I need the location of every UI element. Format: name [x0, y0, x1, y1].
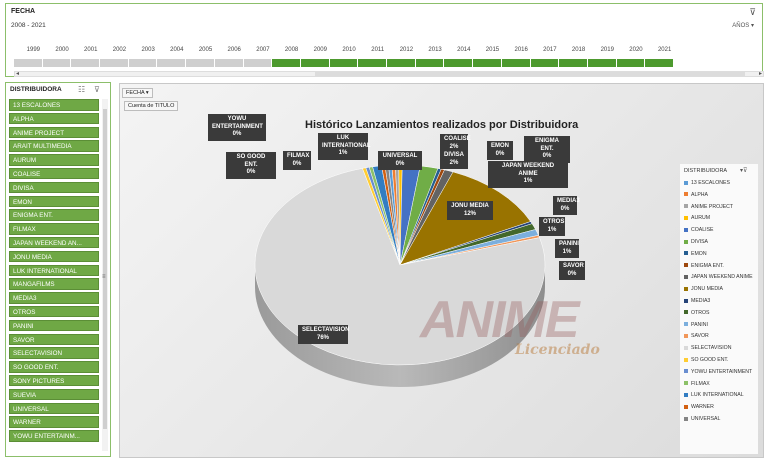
chart-legend: DISTRIBUIDORA ▾⊽ 13 ESCALONES ALPHA ANIME … — [680, 164, 758, 454]
legend-swatch — [684, 369, 688, 374]
legend-label: JONU MEDIA — [691, 286, 723, 293]
legend-item: JONU MEDIA — [684, 286, 723, 292]
legend-item: SELECTAVISION — [684, 345, 731, 351]
legend-label: ENIGMA ENT. — [691, 262, 724, 269]
data-label: LUK INTERNATIONAL 1% — [318, 133, 371, 160]
legend-item: LUK INTERNATIONAL — [684, 392, 744, 398]
legend-swatch — [684, 416, 688, 421]
legend-swatch — [684, 393, 688, 398]
legend-item: EMON — [684, 251, 707, 257]
legend-title: DISTRIBUIDORA — [684, 168, 728, 174]
legend-item: ANIME PROJECT — [684, 204, 733, 210]
legend-swatch — [684, 204, 688, 209]
data-label: DIVISA 2% — [440, 150, 468, 169]
legend-item: ENIGMA ENT. — [684, 263, 724, 269]
legend-swatch — [684, 227, 688, 232]
legend-swatch — [684, 322, 688, 327]
data-label: SAVOR 0% — [559, 261, 585, 280]
legend-label: SO GOOD ENT. — [691, 357, 729, 363]
legend-label: DIVISA — [691, 239, 709, 245]
legend-item: WARNER — [684, 404, 714, 410]
licenciado-watermark: Licenciado — [515, 342, 600, 358]
legend-item: ALPHA — [684, 192, 708, 198]
data-label: EMON 0% — [487, 141, 513, 160]
data-label: OTROS 1% — [539, 217, 565, 236]
legend-label: COALISE — [691, 227, 714, 234]
legend-label: UNIVERSAL — [691, 416, 721, 422]
pie-chart-svg — [254, 164, 546, 387]
legend-label: SELECTAVISION — [691, 345, 732, 352]
data-label: YOWU ENTERTAINMENT 0% — [208, 114, 266, 141]
legend-swatch — [684, 263, 688, 268]
legend-label: SAVOR — [691, 333, 709, 340]
legend-item: MEDIA3 — [684, 298, 710, 304]
data-label: SELECTAVISION 76% — [298, 325, 349, 344]
legend-swatch — [684, 334, 688, 339]
legend-label: AURUM — [691, 215, 711, 222]
legend-swatch — [684, 357, 688, 362]
legend-label: 13 ESCALONES — [691, 180, 730, 186]
legend-item: YOWU ENTERTAINMENT — [684, 369, 752, 375]
data-label: UNIVERSAL 0% — [378, 151, 422, 170]
legend-item: SO GOOD ENT. — [684, 357, 728, 363]
legend-label: LUK INTERNATIONAL — [691, 392, 744, 399]
legend-swatch — [684, 381, 688, 386]
legend-label: OTROS — [691, 309, 710, 316]
legend-label: YOWU ENTERTAINMENT — [691, 368, 753, 375]
legend-swatch — [684, 192, 688, 197]
legend-label: FILMAX — [691, 380, 710, 387]
legend-item: PANINI — [684, 322, 708, 328]
legend-filter-button[interactable]: ▾⊽ — [740, 167, 747, 174]
data-label: SO GOOD ENT. 0% — [226, 152, 276, 179]
legend-item: FILMAX — [684, 381, 710, 387]
legend-label: ALPHA — [691, 191, 709, 198]
data-label: ENIGMA ENT. 0% — [524, 136, 570, 163]
legend-item: 13 ESCALONES — [684, 180, 730, 186]
legend-label: PANINI — [691, 321, 708, 328]
legend-swatch — [684, 286, 688, 291]
legend-label: MEDIA3 — [691, 298, 711, 304]
legend-label: ANIME PROJECT — [691, 203, 734, 210]
legend-label: EMON — [691, 250, 707, 257]
data-label: JAPAN WEEKEND ANIME 1% — [488, 161, 568, 188]
legend-swatch — [684, 275, 688, 280]
legend-item: SAVOR — [684, 333, 709, 339]
legend-swatch — [684, 298, 688, 303]
legend-swatch — [684, 216, 688, 221]
data-label: FILMAX 0% — [283, 151, 311, 170]
data-label: MEDIA3 0% — [553, 196, 580, 215]
legend-label: WARNER — [691, 404, 714, 411]
legend-item: COALISE — [684, 227, 714, 233]
legend-item: OTROS — [684, 310, 709, 316]
data-label: PANINI 1% — [555, 239, 579, 258]
legend-item: UNIVERSAL — [684, 416, 720, 422]
legend-item: AURUM — [684, 215, 710, 221]
legend-label: JAPAN WEEKEND ANIME — [691, 274, 753, 281]
legend-swatch — [684, 404, 688, 409]
legend-swatch — [684, 180, 688, 185]
legend-swatch — [684, 310, 688, 315]
anime-watermark: ANIME — [420, 291, 580, 349]
data-label: JONU MEDIA 12% — [447, 201, 493, 220]
legend-item: DIVISA — [684, 239, 708, 245]
legend-item: JAPAN WEEKEND ANIME — [684, 274, 753, 280]
legend-swatch — [684, 239, 688, 244]
legend-swatch — [684, 251, 688, 256]
legend-swatch — [684, 345, 688, 350]
